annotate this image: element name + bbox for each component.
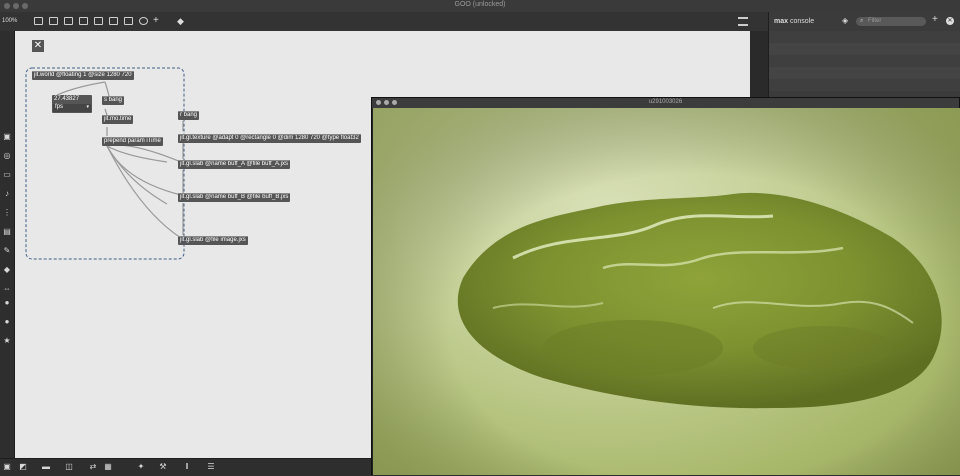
zoom-level[interactable]: 100%: [2, 18, 17, 24]
console-row: [769, 55, 960, 67]
outlet-icon[interactable]: [124, 17, 133, 25]
pin-icon[interactable]: ✦: [136, 462, 146, 472]
jit-world-viewer-window[interactable]: u291003026: [371, 97, 960, 475]
patcher-toolbar: 100% + ◆: [0, 12, 768, 32]
console-row: [769, 43, 960, 55]
search-icon: ⌕: [860, 18, 864, 24]
max-console-panel: max console ◈ ⌕ Filter + ✕: [768, 12, 960, 98]
lock-icon[interactable]: ▣: [2, 462, 12, 472]
gear-icon[interactable]: ●: [2, 298, 12, 308]
slider-icon[interactable]: ▭: [2, 170, 12, 180]
bulb-icon[interactable]: ●: [2, 317, 12, 327]
wrench-icon[interactable]: ⚒: [158, 462, 168, 472]
split-icon[interactable]: ⇄: [88, 462, 98, 472]
filter-input[interactable]: ⌕ Filter: [856, 17, 926, 26]
filter-placeholder: Filter: [868, 18, 882, 24]
layers-icon[interactable]: ☰: [206, 462, 216, 472]
left-toolbar: ▣ ◎ ▭ ♪ ⋮ ▤ ✎ ◆ ⇔ ● ● ★: [0, 31, 15, 458]
console-row: [769, 79, 960, 91]
add-icon[interactable]: +: [153, 15, 159, 26]
goo-render-image: [373, 108, 960, 475]
meter-icon[interactable]: ⋮: [2, 208, 12, 218]
window-title: GOO (unlocked): [454, 1, 506, 8]
toggle-x-button[interactable]: ✕: [32, 40, 44, 52]
attach-icon[interactable]: ✎: [2, 246, 12, 256]
circle-icon[interactable]: ◎: [2, 151, 12, 161]
diamond-icon[interactable]: ◈: [842, 16, 848, 25]
columns-icon[interactable]: ‖: [182, 462, 192, 472]
console-title: max console: [774, 18, 815, 25]
grid-icon[interactable]: ▦: [103, 462, 113, 472]
comment-icon[interactable]: [64, 17, 73, 25]
object-icon[interactable]: [94, 17, 103, 25]
cube-icon[interactable]: ▣: [2, 132, 12, 142]
slab-image-object[interactable]: jit.gl.slab @file image.jxs: [178, 236, 248, 245]
window-icon[interactable]: ◫: [64, 462, 74, 472]
clear-console-icon[interactable]: ✕: [946, 17, 954, 25]
image-icon[interactable]: ▤: [2, 227, 12, 237]
jit-world-object[interactable]: jit.world @floating 1 @size 1280 720: [32, 71, 134, 80]
add-icon[interactable]: +: [932, 14, 938, 25]
r-bang-object[interactable]: r bang: [178, 111, 200, 120]
jit-gl-texture-object[interactable]: jit.gl.texture @adapt 0 @rectangle 0 @di…: [178, 134, 361, 143]
note-icon[interactable]: ♪: [2, 189, 12, 199]
delete-icon[interactable]: [79, 17, 88, 25]
viewer-title-bar: u291003026: [372, 98, 959, 108]
fps-value: 27.43827: [54, 96, 80, 102]
sidebar-toggle-icon[interactable]: [738, 17, 748, 26]
brush-icon[interactable]: ◆: [2, 265, 12, 275]
render-output: [373, 108, 960, 475]
inlet-icon[interactable]: [109, 17, 118, 25]
jit-mo-time-object[interactable]: jit.mo.time: [102, 115, 134, 124]
fps-number-box[interactable]: 27.43827 fps ▾: [52, 95, 92, 113]
clock-icon[interactable]: [139, 17, 148, 25]
viewer-title: u291003026: [648, 99, 683, 105]
chat-icon[interactable]: ▬: [41, 462, 51, 472]
star-icon[interactable]: ★: [2, 336, 12, 346]
edit-icon[interactable]: [49, 17, 58, 25]
console-row: [769, 31, 960, 43]
presentation-icon[interactable]: [34, 17, 43, 25]
slab-buff-b-object[interactable]: jit.gl.slab @name buff_B @file buff_B.jx…: [178, 193, 291, 202]
fps-menu-label: fps: [55, 104, 64, 110]
format-icon[interactable]: ◆: [177, 16, 184, 27]
chevron-down-icon: ▾: [86, 104, 89, 110]
swap-icon[interactable]: ⇔: [2, 284, 12, 294]
s-bang-object[interactable]: s bang: [102, 96, 125, 105]
prepend-param-object[interactable]: prepend param iTime: [102, 137, 163, 146]
cursor-icon[interactable]: ◩: [18, 462, 28, 472]
console-row: [769, 67, 960, 79]
slab-buff-a-object[interactable]: jit.gl.slab @name buff_A @file buff_A.jx…: [178, 160, 291, 169]
